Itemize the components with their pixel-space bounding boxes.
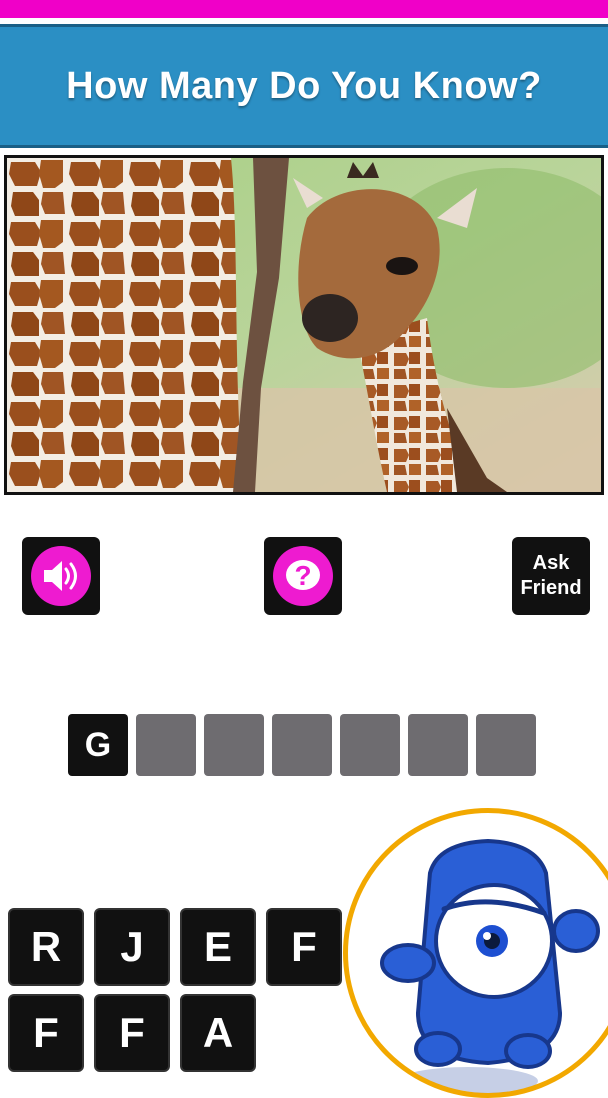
answer-slot[interactable] xyxy=(408,714,468,776)
sound-button[interactable] xyxy=(22,537,100,615)
question-mark-icon: ? xyxy=(273,546,333,606)
svg-text:?: ? xyxy=(294,560,311,591)
letter-key[interactable]: E xyxy=(180,908,256,986)
hint-button[interactable]: ? xyxy=(264,537,342,615)
ask-friend-label: Ask Friend xyxy=(520,552,582,599)
letter-key[interactable]: F xyxy=(266,908,342,986)
answer-slot[interactable]: G xyxy=(68,714,128,776)
answer-slot[interactable] xyxy=(204,714,264,776)
answer-slots: G xyxy=(68,714,536,776)
letter-key[interactable]: F xyxy=(8,994,84,1072)
answer-slot[interactable] xyxy=(340,714,400,776)
answer-slot[interactable] xyxy=(272,714,332,776)
ask-friend-button[interactable]: Ask Friend xyxy=(512,537,590,615)
letter-key[interactable]: R xyxy=(8,908,84,986)
letter-key[interactable]: A xyxy=(180,994,256,1072)
answer-slot[interactable] xyxy=(136,714,196,776)
answer-slot[interactable] xyxy=(476,714,536,776)
puzzle-photo xyxy=(4,155,604,495)
mascot-badge[interactable] xyxy=(343,808,608,1098)
page-title: How Many Do You Know? xyxy=(66,64,542,107)
title-bar: How Many Do You Know? xyxy=(0,24,608,148)
speaker-icon xyxy=(31,546,91,606)
letter-key[interactable]: F xyxy=(94,994,170,1072)
top-accent-strip xyxy=(0,0,608,18)
monster-mascot-icon xyxy=(380,838,600,1093)
letter-key[interactable]: J xyxy=(94,908,170,986)
